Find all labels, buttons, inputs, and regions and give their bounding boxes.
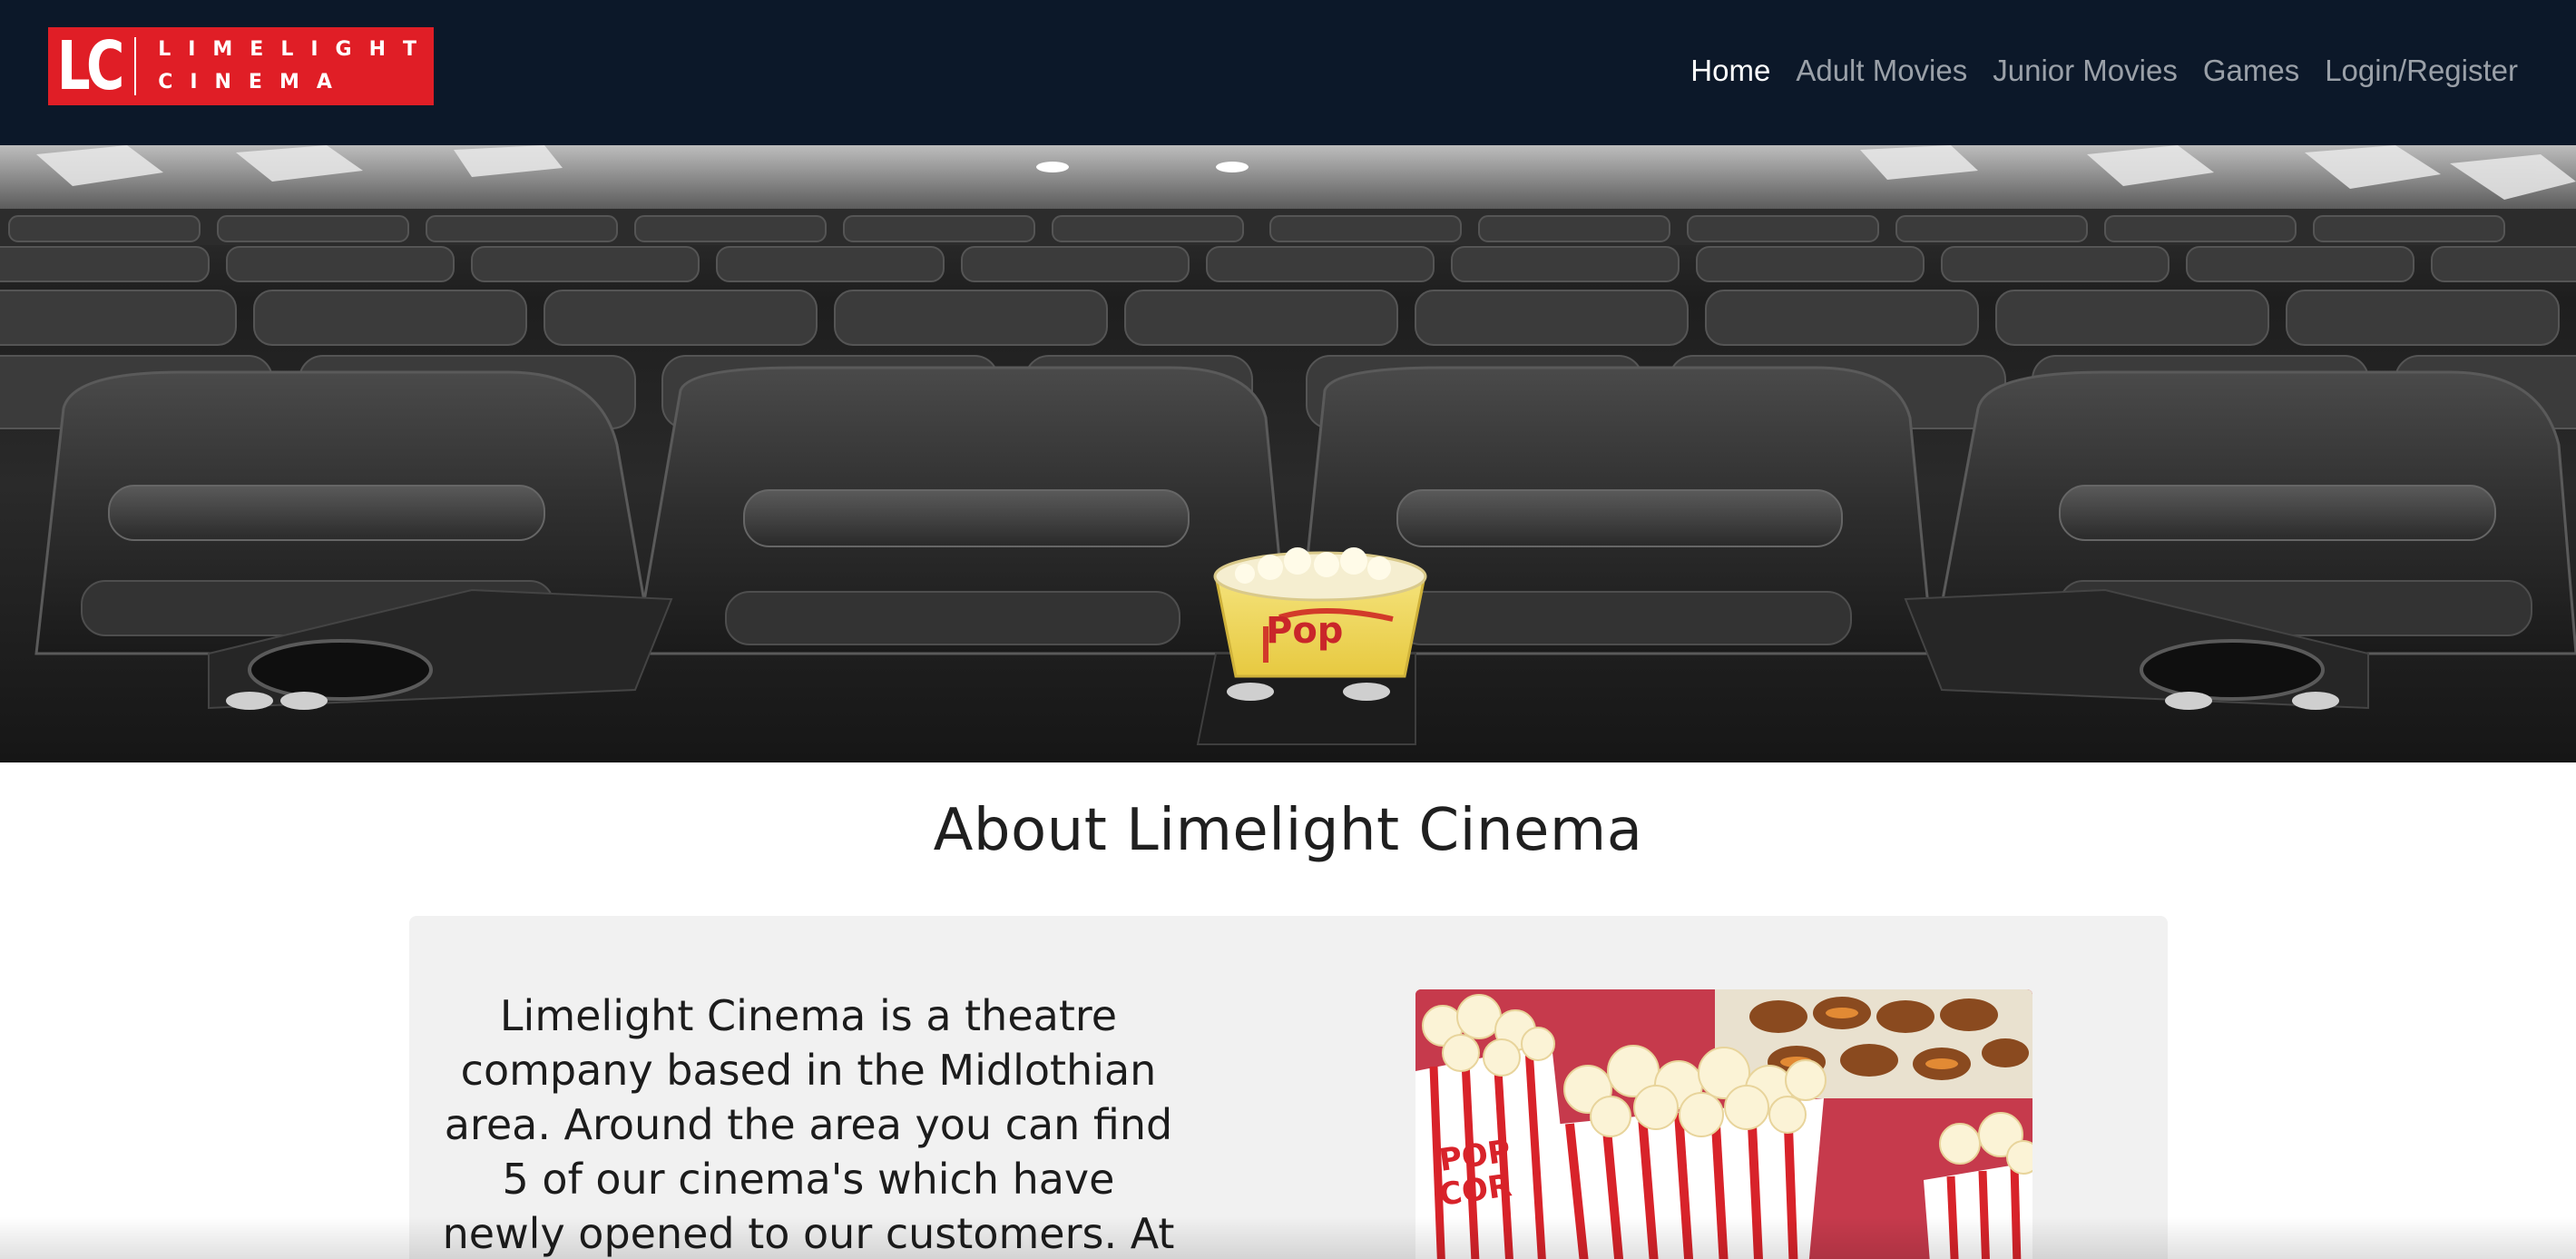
logo-word-cinema: CINEMA [158, 71, 349, 93]
nav-link-junior-movies[interactable]: Junior Movies [1993, 53, 2178, 89]
logo-mark: LC [56, 27, 124, 105]
hero-illustration: Pop [0, 145, 2576, 745]
about-text: Limelight Cinema is a theatre company ba… [442, 991, 1175, 1258]
about-title: About Limelight Cinema [933, 797, 1643, 864]
nav-link-games[interactable]: Games [2203, 53, 2299, 89]
nav-link-home[interactable]: Home [1690, 53, 1770, 89]
logo-word-limelight: LIMELIGHT [158, 38, 434, 61]
popcorn-illustration: POP COR [1415, 989, 2032, 1259]
logo-divider [134, 37, 137, 95]
nav-links: Home Adult Movies Junior Movies Games Lo… [1690, 53, 2518, 89]
hero-image-cinema-seats: Pop [0, 145, 2576, 762]
popcorn-boxes-image: POP COR [1415, 989, 2032, 1259]
brand-logo[interactable]: LC LIMELIGHT CINEMA [48, 27, 434, 105]
navbar: LC LIMELIGHT CINEMA Home Adult Movies Ju… [0, 0, 2576, 145]
about-card: Limelight Cinema is a theatre company ba… [409, 916, 2168, 1259]
nav-link-login-register[interactable]: Login/Register [2325, 53, 2518, 89]
nav-link-adult-movies[interactable]: Adult Movies [1796, 53, 1967, 89]
svg-text:Pop: Pop [1266, 610, 1343, 652]
popcorn-cup-graphic: Pop [1213, 547, 1427, 678]
page: LC LIMELIGHT CINEMA Home Adult Movies Ju… [0, 0, 2576, 1259]
logo-words: LIMELIGHT CINEMA [158, 40, 434, 93]
